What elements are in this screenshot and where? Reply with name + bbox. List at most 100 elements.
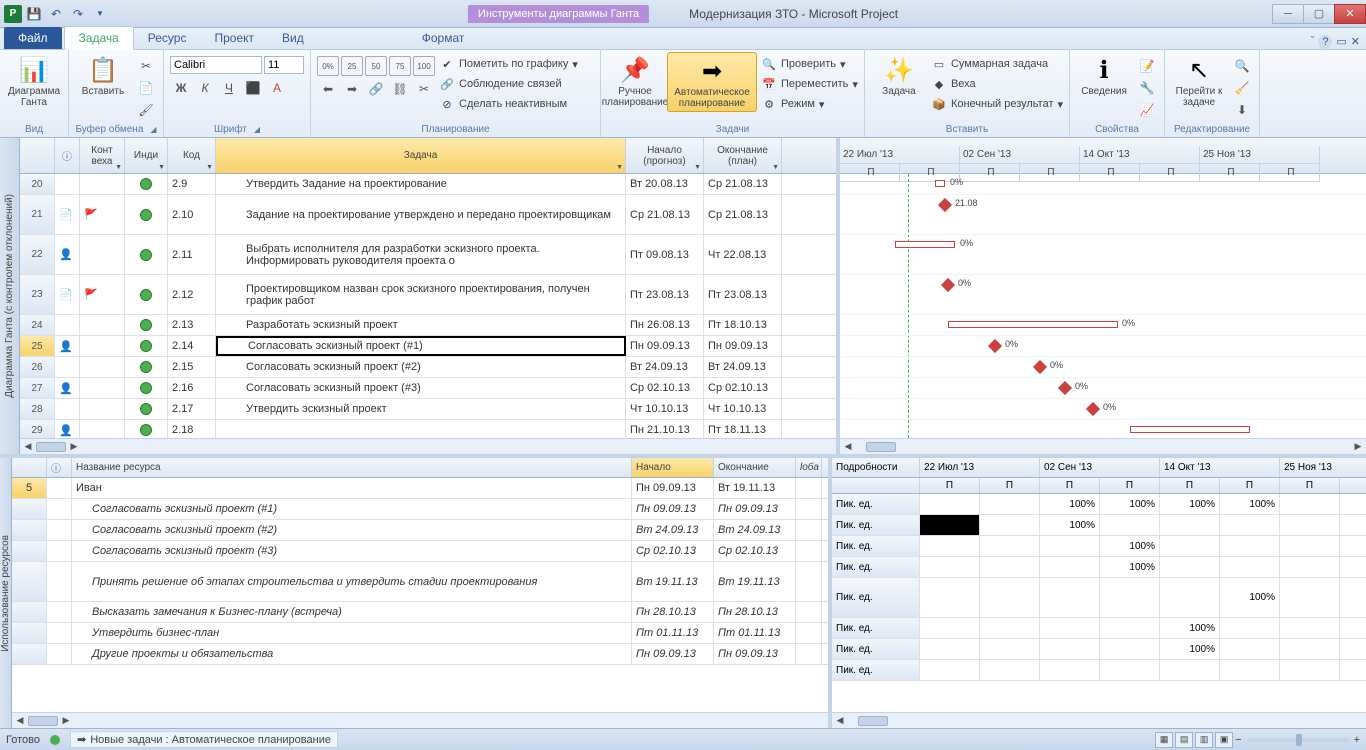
mark-on-track-button[interactable]: ✔Пометить по графику ▾ xyxy=(439,54,578,74)
scroll-to-task-button[interactable]: ↖ Перейти к задаче xyxy=(1171,52,1227,110)
scroll-right-icon[interactable]: ▶ xyxy=(66,441,82,452)
table-row[interactable]: 27👤2.16Согласовать эскизный проект (#3)С… xyxy=(20,378,836,399)
table-row[interactable]: 21📄🚩2.10Задание на проектирование утверж… xyxy=(20,195,836,235)
pct100-icon[interactable]: 100 xyxy=(413,56,435,76)
clear-icon[interactable]: 🧹 xyxy=(1231,78,1253,98)
table-row[interactable]: 202.9Утвердить Задание на проектирование… xyxy=(20,174,836,195)
list-item[interactable]: Высказать замечания к Бизнес-плану (встр… xyxy=(12,602,828,623)
scroll-thumb[interactable] xyxy=(866,442,896,452)
table-row[interactable]: 25👤2.14Согласовать эскизный проект (#1)П… xyxy=(20,336,836,357)
deliverable-button[interactable]: 📦Конечный результат ▾ xyxy=(931,94,1063,114)
list-item[interactable]: Согласовать эскизный проект (#1)Пн 09.09… xyxy=(12,499,828,520)
pct25-icon[interactable]: 25 xyxy=(341,56,363,76)
manual-schedule-button[interactable]: 📌 Ручное планирование xyxy=(607,52,663,110)
rowhead-col[interactable] xyxy=(12,458,47,477)
copy-icon[interactable]: 📄 xyxy=(135,78,157,98)
pct50-icon[interactable]: 50 xyxy=(365,56,387,76)
fontcolor-icon[interactable]: A xyxy=(266,78,288,98)
gantt-h-scrollbar[interactable]: ◀ ▶ xyxy=(840,438,1366,454)
bold-icon[interactable]: Ж xyxy=(170,78,192,98)
minimize-button[interactable]: ─ xyxy=(1272,4,1304,24)
font-size-select[interactable] xyxy=(264,56,304,74)
h-scrollbar[interactable]: ◀ ▶ xyxy=(20,438,836,454)
save-icon[interactable]: 💾 xyxy=(24,4,44,24)
minimize-ribbon-icon[interactable]: ˇ xyxy=(1311,35,1315,49)
res-h-scrollbar[interactable]: ◀ ▶ xyxy=(12,712,828,728)
table-row[interactable]: 282.17Утвердить эскизный проектЧт 10.10.… xyxy=(20,399,836,420)
help-icon[interactable]: ? xyxy=(1318,35,1332,49)
file-tab[interactable]: Файл xyxy=(4,27,62,49)
close-button[interactable]: ✕ xyxy=(1334,4,1366,24)
pct0-icon[interactable]: 0% xyxy=(317,56,339,76)
notes-icon[interactable]: 📝 xyxy=(1136,56,1158,76)
start-col[interactable]: Начало (прогноз)▼ xyxy=(626,138,704,173)
inactivate-button[interactable]: ⊘Сделать неактивным xyxy=(439,94,578,114)
pct75-icon[interactable]: 75 xyxy=(389,56,411,76)
table-row[interactable]: 262.15Согласовать эскизный проект (#2)Вт… xyxy=(20,357,836,378)
milestone-button[interactable]: ◆Веха xyxy=(931,74,1063,94)
auto-schedule-button[interactable]: ➡ Автоматическое планирование xyxy=(667,52,757,112)
scroll-thumb[interactable] xyxy=(36,442,66,452)
gantt-timescale[interactable]: 22 Июл '1302 Сен '1314 Окт '1325 Ноя '13… xyxy=(840,138,1366,174)
res-end-col[interactable]: Окончание xyxy=(714,458,796,477)
list-item[interactable]: 5ИванПн 09.09.13Вт 19.11.13 xyxy=(12,478,828,499)
task-name-col[interactable]: Задача▼ xyxy=(216,138,626,173)
list-item[interactable]: Принять решение об этапах строительства … xyxy=(12,562,828,602)
mode-button[interactable]: ⚙Режим ▾ xyxy=(761,94,858,114)
unlink-icon[interactable]: ⛓ xyxy=(389,79,411,99)
resource-tab[interactable]: Ресурс xyxy=(134,27,201,49)
redo-icon[interactable]: ↷ xyxy=(68,4,88,24)
details-label-col[interactable]: Подробности xyxy=(832,458,920,477)
view-usage-icon[interactable]: ▥ xyxy=(1195,732,1213,748)
close-doc-icon[interactable]: ✕ xyxy=(1351,35,1360,49)
table-row[interactable]: 242.13Разработать эскизный проектПн 26.0… xyxy=(20,315,836,336)
view-tab[interactable]: Вид xyxy=(268,27,318,49)
resource-grid-body[interactable]: 5ИванПн 09.09.13Вт 19.11.13Согласовать э… xyxy=(12,478,828,712)
paste-button[interactable]: 📋 Вставить xyxy=(75,52,131,99)
view-normal-icon[interactable]: ▦ xyxy=(1155,732,1173,748)
new-tasks-mode[interactable]: Новые задачи : Автоматическое планирован… xyxy=(90,734,331,746)
task-insert-button[interactable]: ✨ Задача xyxy=(871,52,927,99)
dialog-launcher-icon[interactable]: ◢ xyxy=(254,125,260,134)
respect-links-button[interactable]: 🔗Соблюдение связей xyxy=(439,74,578,94)
details-icon[interactable]: 🔧 xyxy=(1136,78,1158,98)
inspect-button[interactable]: 🔍Проверить ▾ xyxy=(761,54,858,74)
font-name-select[interactable] xyxy=(170,56,262,74)
list-item[interactable]: Утвердить бизнес-планПт 01.11.13Пт 01.11… xyxy=(12,623,828,644)
qat-dropdown-icon[interactable]: ▼ xyxy=(90,4,110,24)
indicator-col[interactable]: Инди▼ xyxy=(125,138,168,173)
cut-icon[interactable]: ✂ xyxy=(135,56,157,76)
bottom-pane-label[interactable]: Использование ресурсов xyxy=(0,458,12,728)
restore-doc-icon[interactable]: ▭ xyxy=(1336,35,1346,49)
scroll-right-icon[interactable]: ▶ xyxy=(58,715,74,726)
scroll-left-icon[interactable]: ◀ xyxy=(20,441,36,452)
table-row[interactable]: 22👤2.11Выбрать исполнителя для разработк… xyxy=(20,235,836,275)
scroll-right-icon[interactable]: ▶ xyxy=(1350,441,1366,452)
bgcolor-icon[interactable]: ⬛ xyxy=(242,78,264,98)
indent-icon[interactable]: ➡ xyxy=(341,79,363,99)
split-icon[interactable]: ✂ xyxy=(413,79,435,99)
dialog-launcher-icon[interactable]: ◢ xyxy=(150,125,156,134)
scroll-thumb[interactable] xyxy=(858,716,888,726)
timeline-icon[interactable]: 📈 xyxy=(1136,100,1158,120)
information-button[interactable]: ℹ Сведения xyxy=(1076,52,1132,99)
code-col[interactable]: Код▼ xyxy=(168,138,216,173)
summary-task-button[interactable]: ▭Суммарная задача xyxy=(931,54,1063,74)
scroll-thumb[interactable] xyxy=(28,716,58,726)
rowhead-col[interactable] xyxy=(20,138,55,173)
format-painter-icon[interactable]: 🖌 xyxy=(135,100,157,120)
finish-col[interactable]: Окончание (план)▼ xyxy=(704,138,782,173)
scroll-left-icon[interactable]: ◀ xyxy=(832,715,848,726)
zoom-out-icon[interactable]: − xyxy=(1235,734,1241,746)
app-logo-icon[interactable]: P xyxy=(4,5,22,23)
top-pane-label[interactable]: Диаграмма Ганта (с контролем отклонений) xyxy=(0,138,20,454)
info-col[interactable]: ⓘ xyxy=(55,138,80,173)
italic-icon[interactable]: К xyxy=(194,78,216,98)
milestone-col[interactable]: Конт веха▼ xyxy=(80,138,125,173)
move-button[interactable]: 📅Переместить ▾ xyxy=(761,74,858,94)
zoom-slider[interactable] xyxy=(1248,738,1348,742)
maximize-button[interactable]: ▢ xyxy=(1303,4,1335,24)
scroll-left-icon[interactable]: ◀ xyxy=(12,715,28,726)
view-sheet-icon[interactable]: ▣ xyxy=(1215,732,1233,748)
task-tab[interactable]: Задача xyxy=(64,26,134,50)
